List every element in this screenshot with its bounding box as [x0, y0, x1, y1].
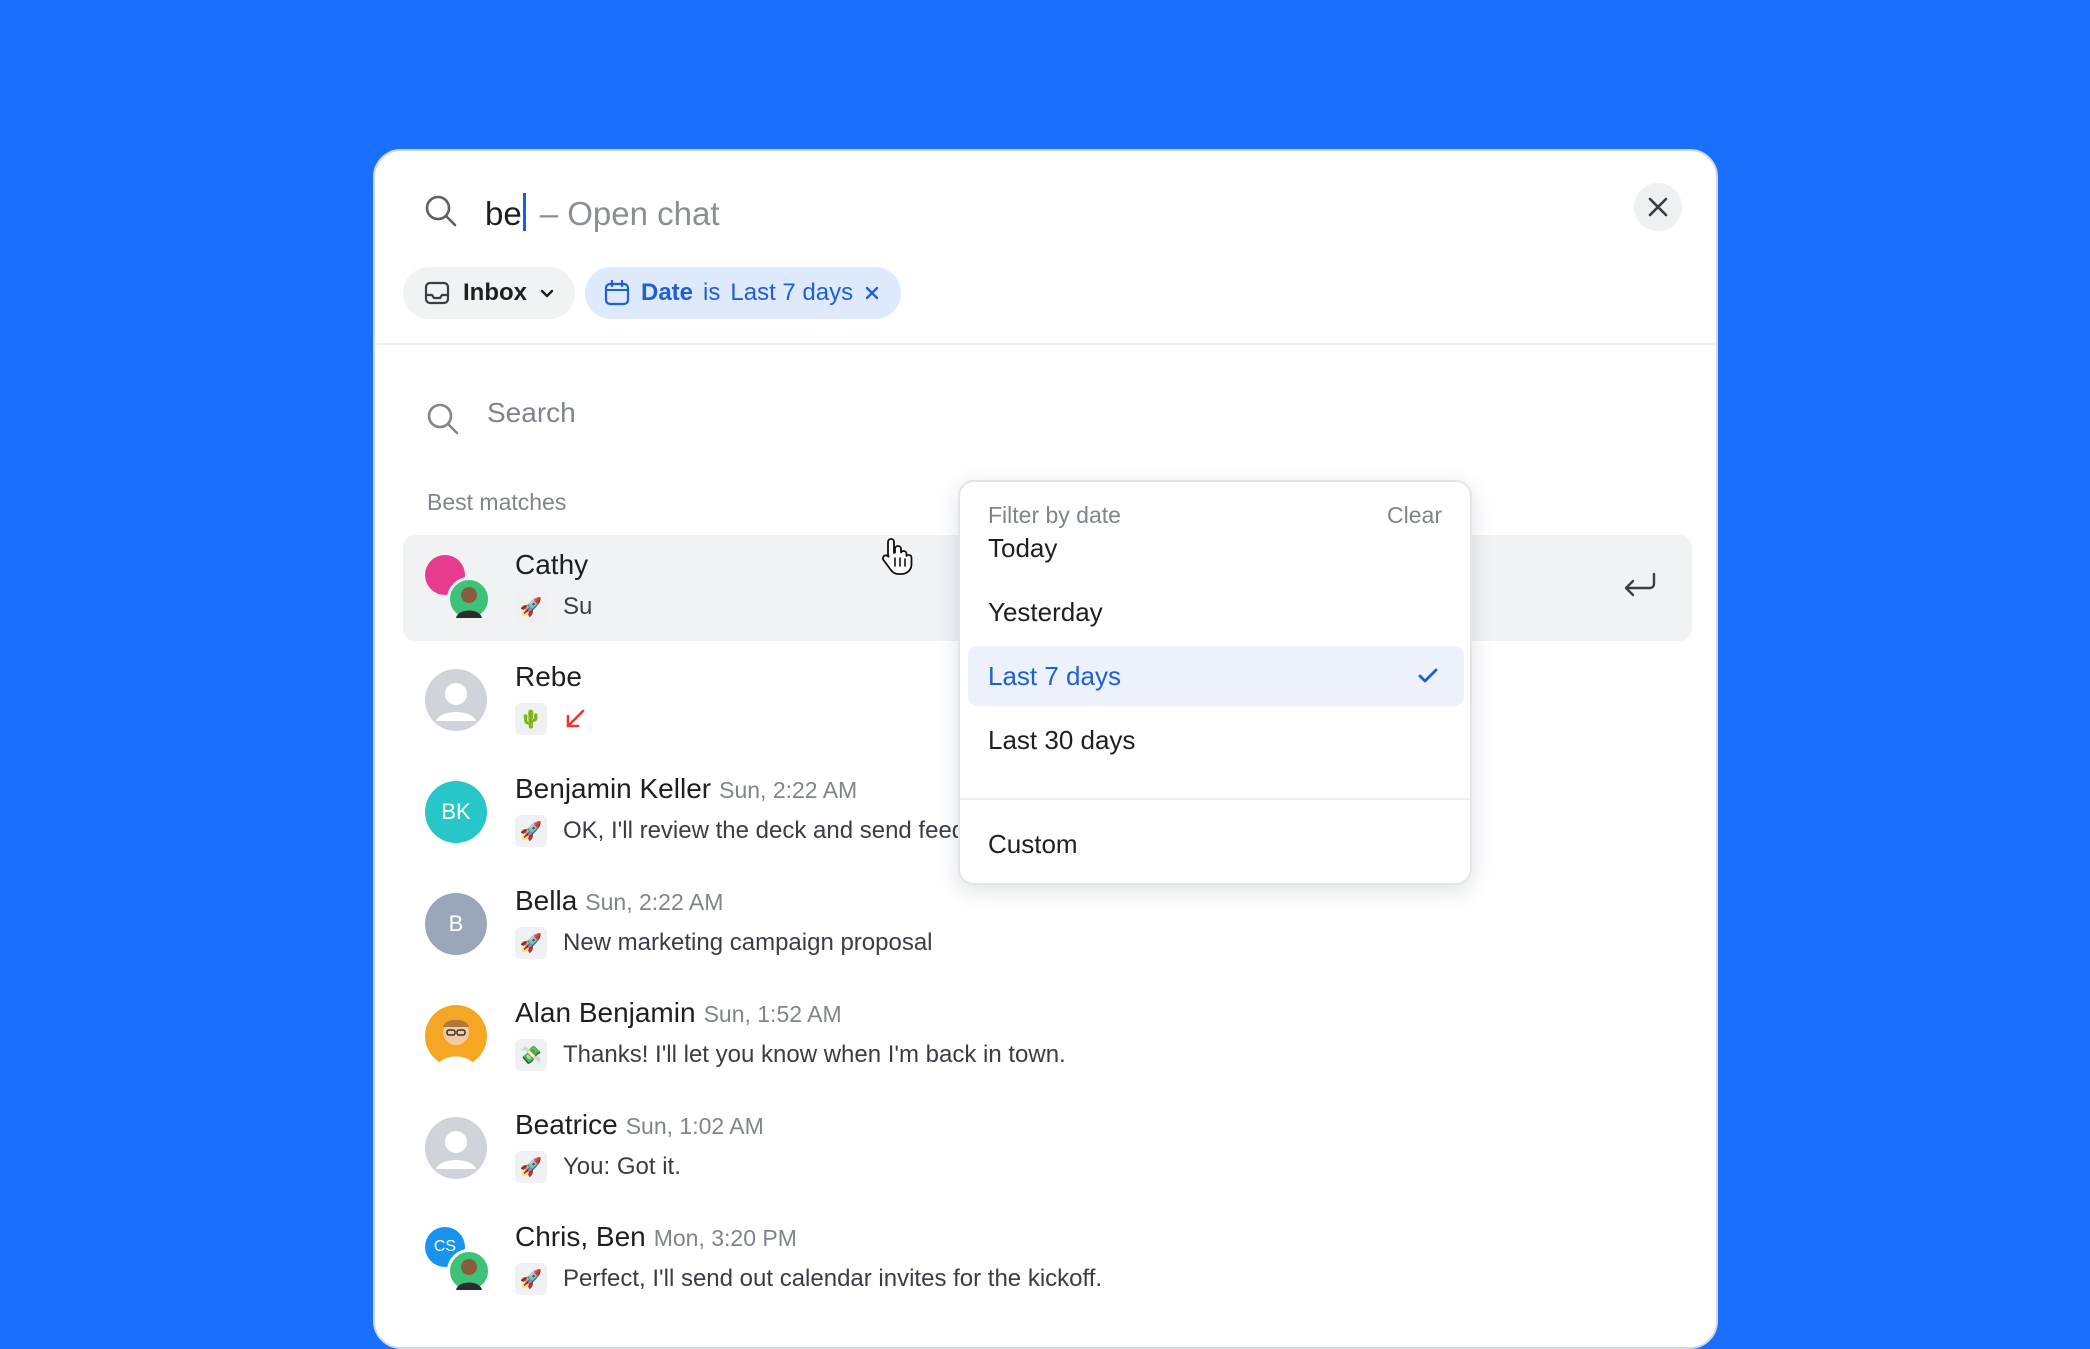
user-placeholder-icon — [436, 1131, 476, 1169]
avatar: BK — [425, 781, 487, 843]
result-message-line: 🚀 Perfect, I'll send out calendar invite… — [515, 1263, 1102, 1295]
message-search-input[interactable]: Search — [487, 397, 576, 429]
avatar — [447, 577, 491, 621]
result-name-line: Chris, Ben Mon, 3:20 PM — [515, 1221, 797, 1253]
text-caret — [522, 193, 526, 231]
checkmark-icon — [1418, 668, 1438, 683]
message-preview: Thanks! I'll let you know when I'm back … — [563, 1041, 1066, 1068]
timestamp: Sun, 2:22 AM — [719, 777, 858, 803]
avatar — [425, 669, 487, 731]
cactus-icon: 🌵 — [515, 703, 547, 735]
contact-name: Rebe — [515, 661, 582, 692]
filter-chips: Inbox Date is Last 7 days — [403, 267, 902, 319]
quick-search-panel: be – Open chat Inbox Date is Last 7 days … — [373, 149, 1718, 1349]
avatar-initials: B — [448, 911, 464, 936]
dropdown-divider — [960, 798, 1470, 800]
result-name-line: Beatrice Sun, 1:02 AM — [515, 1109, 764, 1141]
result-row[interactable]: CS Chris, Ben Mon, 3:20 PM 🚀 Perfect, I'l… — [403, 1207, 1692, 1313]
rocket-icon: 🚀 — [515, 1263, 547, 1295]
remove-filter-icon[interactable] — [863, 284, 881, 302]
date-filter-chip[interactable]: Date is Last 7 days — [585, 267, 902, 319]
result-message-line: 💸 Thanks! I'll let you know when I'm bac… — [515, 1039, 1066, 1071]
contact-name: Chris, Ben — [515, 1221, 646, 1252]
result-message-line: 🌵 — [515, 703, 587, 735]
date-filter-operator: is — [703, 279, 721, 306]
rocket-icon: 🚀 — [515, 591, 547, 623]
user-placeholder-icon — [436, 683, 476, 721]
date-option-last-30-days[interactable]: Last 30 days — [968, 710, 1464, 770]
timestamp: Sun, 2:22 AM — [585, 889, 724, 915]
rocket-icon: 🚀 — [515, 927, 547, 959]
avatar — [425, 1117, 487, 1179]
enter-key-icon — [1624, 572, 1656, 597]
message-preview: New marketing campaign proposal — [563, 929, 933, 956]
search-row: be – Open chat — [375, 151, 1716, 269]
date-option-custom[interactable]: Custom — [968, 814, 1464, 874]
result-name-line: Cathy — [515, 549, 588, 581]
user-photo-icon — [437, 1019, 475, 1067]
date-option-today[interactable]: Today — [968, 518, 1464, 578]
message-preview: Perfect, I'll send out calendar invites … — [563, 1265, 1103, 1292]
search-query: be — [485, 195, 522, 232]
result-message-line: 🚀 Su — [515, 591, 592, 623]
avatar — [447, 1249, 491, 1293]
result-name-line: Benjamin Keller Sun, 2:22 AM — [515, 773, 857, 805]
search-icon — [425, 195, 457, 227]
date-filter-key: Date — [641, 279, 694, 306]
contact-name: Alan Benjamin — [515, 997, 696, 1028]
result-message-line: 🚀 New marketing campaign proposal — [515, 927, 933, 959]
date-filter-value: Last 7 days — [730, 279, 854, 306]
result-name-line: Alan Benjamin Sun, 1:52 AM — [515, 997, 842, 1029]
inbox-icon — [424, 281, 450, 305]
close-button[interactable] — [1634, 183, 1682, 231]
search-input[interactable]: be – Open chat — [485, 189, 720, 239]
result-message-line: 🚀 You: Got it. — [515, 1151, 681, 1183]
group-avatar — [425, 555, 491, 621]
section-best-matches: Best matches — [427, 489, 567, 515]
hand-cursor-icon — [882, 538, 913, 575]
result-row[interactable]: Beatrice Sun, 1:02 AM 🚀 You: Got it. — [403, 1095, 1692, 1201]
contact-name: Beatrice — [515, 1109, 618, 1140]
avatar — [425, 1005, 487, 1067]
search-hint: – Open chat — [539, 195, 720, 232]
contact-name: Cathy — [515, 549, 589, 580]
timestamp: Sun, 1:52 AM — [703, 1001, 842, 1027]
timestamp: Sun, 1:02 AM — [625, 1113, 764, 1139]
missed-call-arrow-icon — [566, 709, 585, 728]
message-preview: You: Got it. — [563, 1153, 681, 1180]
rocket-icon: 🚀 — [515, 815, 547, 847]
message-preview: Su — [563, 593, 593, 620]
result-row[interactable]: B Bella Sun, 2:22 AM 🚀 New marketing camp… — [403, 871, 1692, 977]
inbox-filter-label: Inbox — [463, 279, 527, 306]
result-name-line: Bella Sun, 2:22 AM — [515, 885, 723, 917]
result-row[interactable]: Alan Benjamin Sun, 1:52 AM 💸 Thanks! I'll… — [403, 983, 1692, 1089]
search-icon — [427, 403, 459, 435]
date-option-yesterday[interactable]: Yesterday — [968, 582, 1464, 642]
contact-name: Bella — [515, 885, 578, 916]
avatar: B — [425, 893, 487, 955]
group-avatar: CS — [425, 1227, 491, 1293]
date-filter-dropdown: Filter by date Clear Today Yesterday Las… — [958, 480, 1472, 885]
header-divider — [375, 343, 1716, 345]
result-name-line: Rebe — [515, 661, 582, 693]
avatar-initials: BK — [441, 799, 471, 824]
calendar-icon — [604, 279, 630, 306]
chevron-down-icon — [540, 289, 554, 298]
timestamp: Mon, 3:20 PM — [653, 1225, 797, 1251]
money-icon: 💸 — [515, 1039, 547, 1071]
rocket-icon: 🚀 — [515, 1151, 547, 1183]
close-icon — [1648, 197, 1668, 217]
option-label: Last 7 days — [988, 661, 1121, 691]
inbox-filter-chip[interactable]: Inbox — [403, 267, 575, 319]
contact-name: Benjamin Keller — [515, 773, 712, 804]
date-option-last-7-days[interactable]: Last 7 days — [968, 646, 1464, 706]
